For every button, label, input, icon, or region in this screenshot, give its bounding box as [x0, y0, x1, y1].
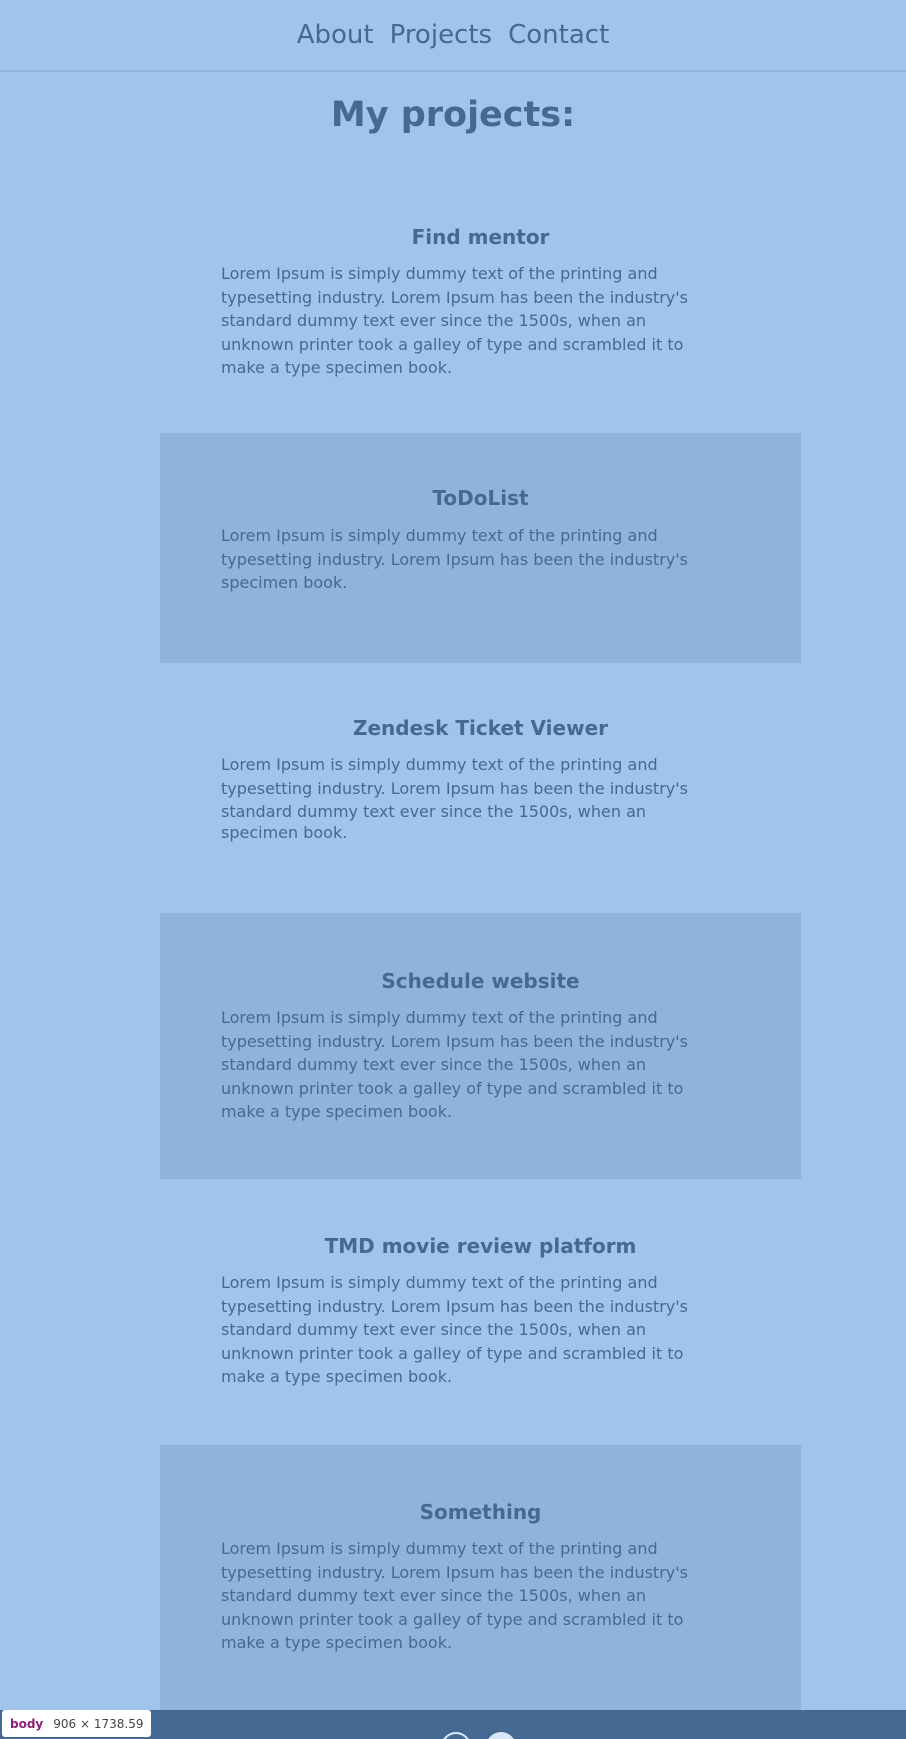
- project-title: Zendesk Ticket Viewer: [352, 716, 608, 740]
- project-title: ToDoList: [432, 486, 529, 510]
- project-description: Lorem Ipsum is simply dummy text of the …: [221, 1008, 688, 1121]
- project-title: Find mentor: [411, 225, 550, 249]
- project-description: Lorem Ipsum is simply dummy text of the …: [221, 264, 688, 377]
- project-title: Schedule website: [381, 969, 580, 993]
- page-title: My projects:: [330, 95, 576, 135]
- circle-outline-icon[interactable]: [441, 1732, 471, 1739]
- project-description: Lorem Ipsum is simply dummy text of the …: [221, 755, 688, 821]
- circle-filled-icon[interactable]: [486, 1732, 516, 1739]
- project-description: Lorem Ipsum is simply dummy text of the …: [221, 526, 688, 569]
- nav-contact[interactable]: Contact: [508, 22, 609, 48]
- nav-projects[interactable]: Projects: [390, 22, 493, 48]
- projects-list: Find mentor Lorem Ipsum is simply dummy …: [160, 197, 801, 1711]
- project-description-tail: specimen book.: [221, 573, 348, 592]
- project-tmd-movie-review-platform: TMD movie review platform Lorem Ipsum is…: [160, 1179, 801, 1445]
- devtools-tag-name: body: [10, 1716, 44, 1731]
- top-nav: About Projects Contact: [0, 0, 906, 72]
- project-description: Lorem Ipsum is simply dummy text of the …: [221, 1273, 688, 1386]
- project-something: Something Lorem Ipsum is simply dummy te…: [160, 1445, 801, 1711]
- project-zendesk-ticket-viewer: Zendesk Ticket Viewer Lorem Ipsum is sim…: [160, 663, 801, 913]
- nav-about[interactable]: About: [297, 22, 374, 48]
- project-todolist: ToDoList Lorem Ipsum is simply dummy tex…: [160, 433, 801, 663]
- project-schedule-website: Schedule website Lorem Ipsum is simply d…: [160, 913, 801, 1179]
- project-description: Lorem Ipsum is simply dummy text of the …: [221, 1539, 688, 1652]
- project-find-mentor: Find mentor Lorem Ipsum is simply dummy …: [160, 197, 801, 433]
- devtools-element-tooltip: body 906 × 1738.59: [2, 1710, 152, 1737]
- project-title: TMD movie review platform: [324, 1234, 637, 1258]
- project-description-tail: specimen book.: [221, 823, 348, 842]
- devtools-element-size: 906 × 1738.59: [53, 1716, 144, 1731]
- project-title: Something: [419, 1500, 542, 1524]
